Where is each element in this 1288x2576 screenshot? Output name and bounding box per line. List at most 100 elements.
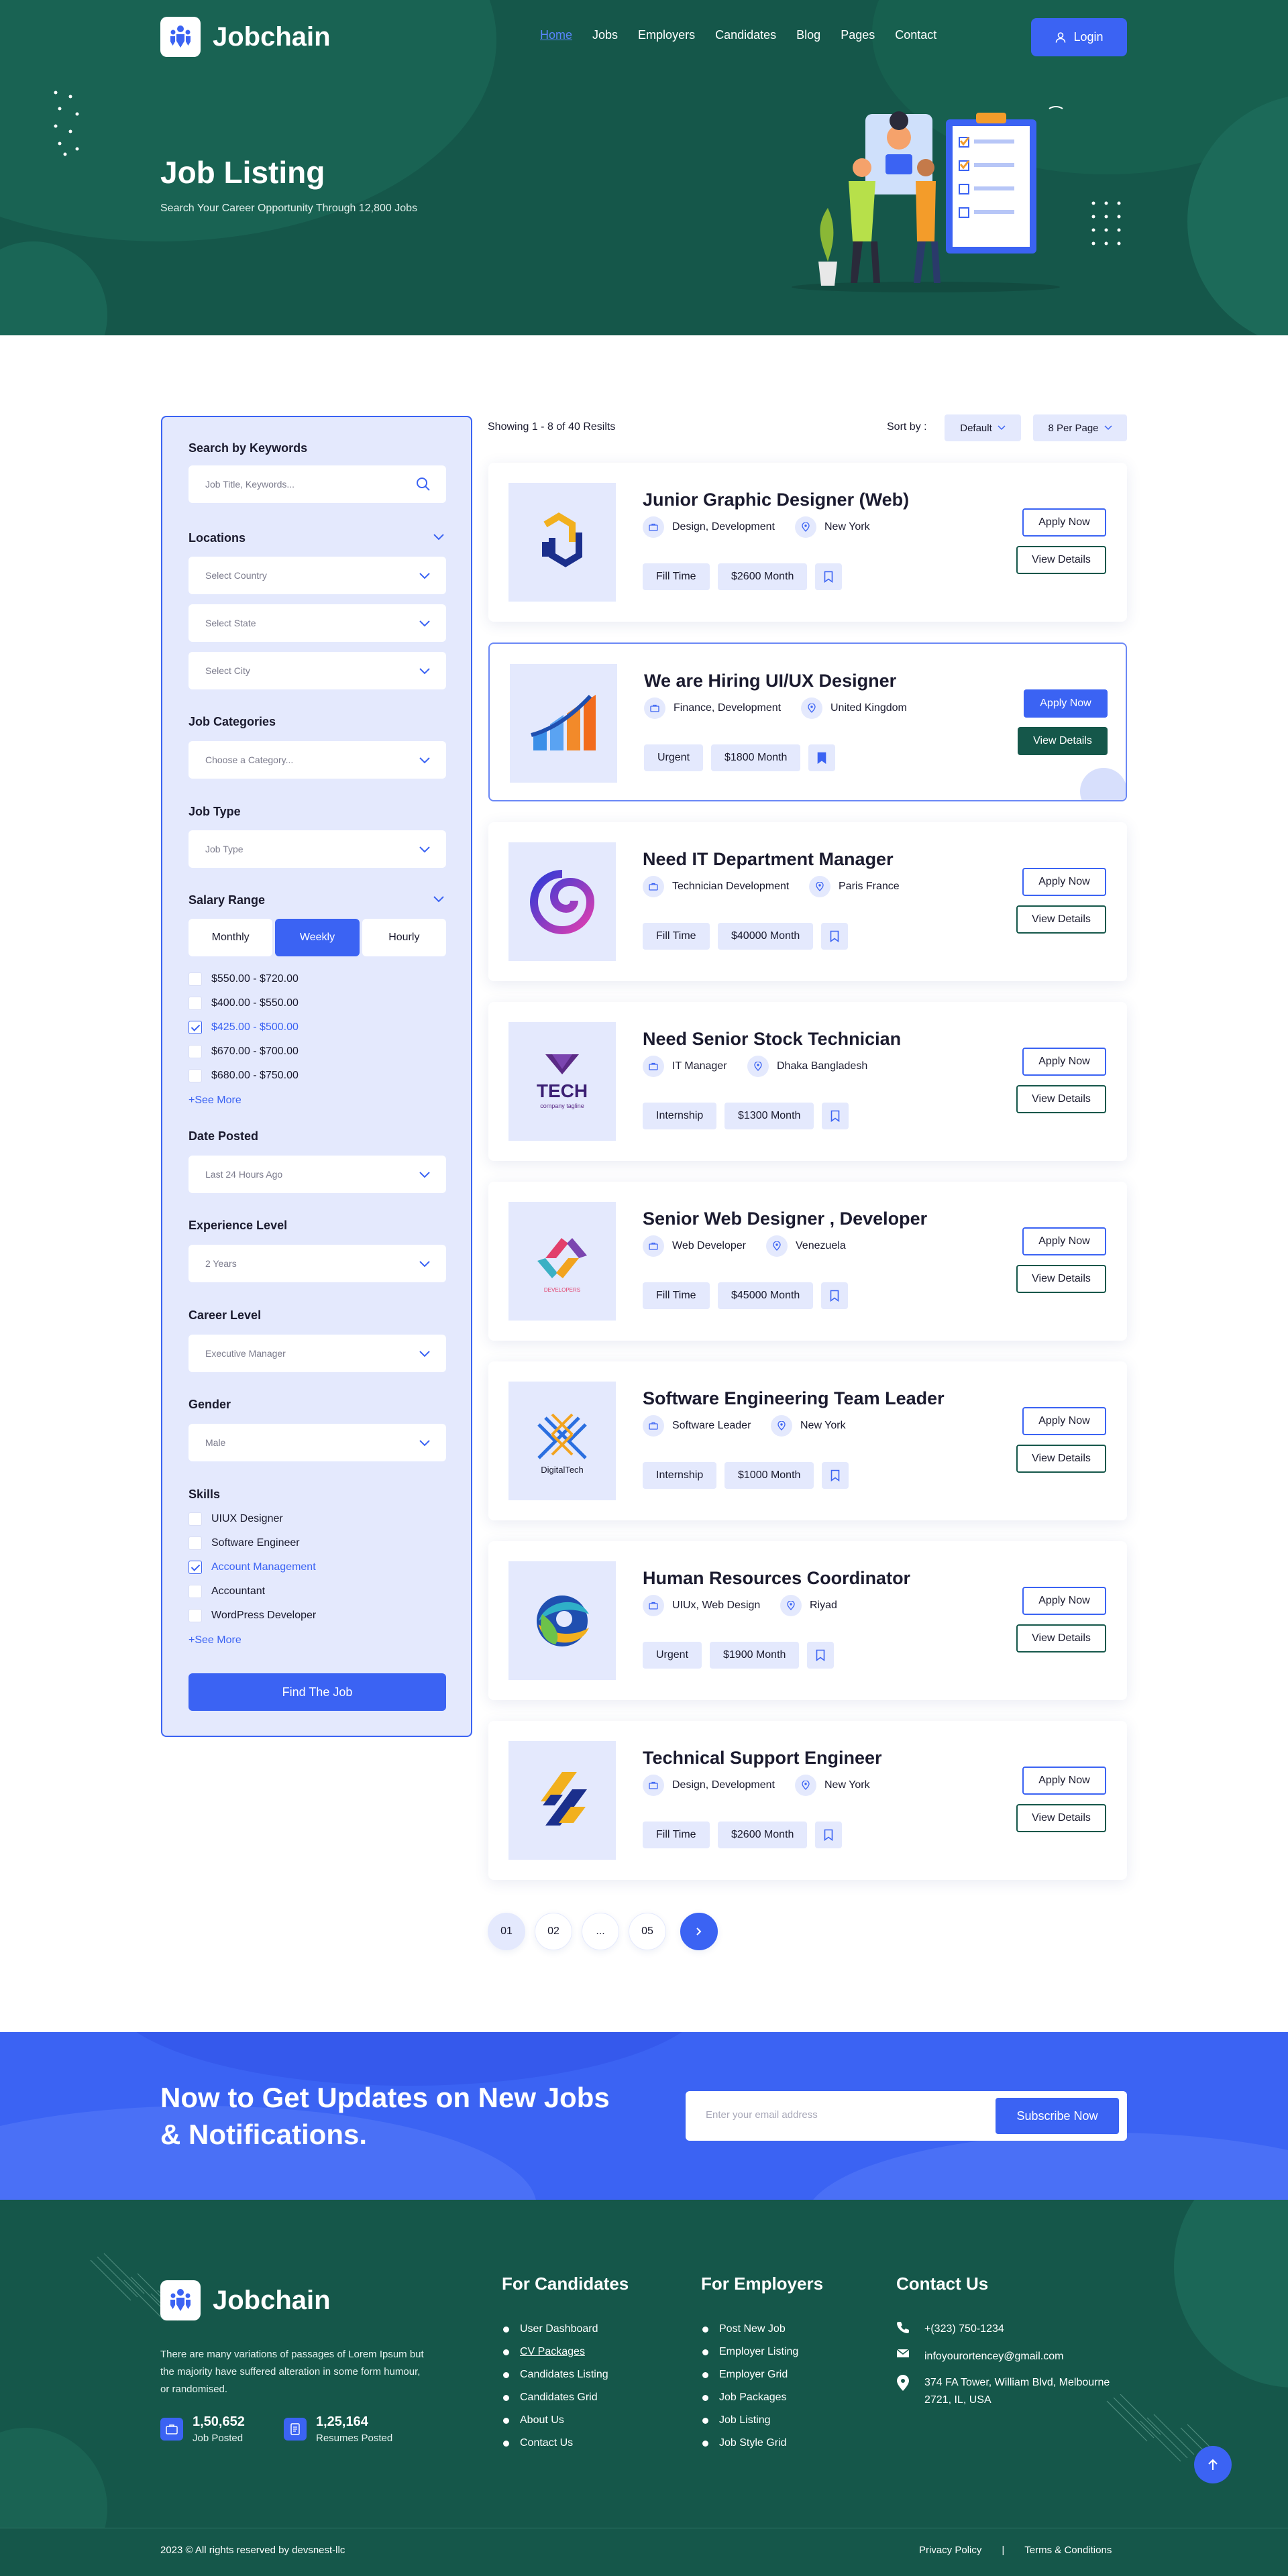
page-button[interactable]: 01 <box>488 1913 525 1950</box>
page-button[interactable]: 05 <box>629 1913 666 1950</box>
checkbox[interactable] <box>189 972 202 986</box>
view-details-button[interactable]: View Details <box>1016 1624 1106 1653</box>
checkbox[interactable] <box>189 1045 202 1058</box>
email-text[interactable]: infoyourortencey@gmail.com <box>924 2348 1063 2365</box>
page-button[interactable]: 02 <box>535 1913 572 1950</box>
country-select[interactable]: Select Country <box>189 557 446 594</box>
skills-see-more-link[interactable]: +See More <box>189 1634 241 1646</box>
bookmark-button[interactable] <box>821 923 848 950</box>
state-select[interactable]: Select State <box>189 604 446 642</box>
period-monthly[interactable]: Monthly <box>189 919 273 956</box>
experience-select[interactable]: 2 Years <box>189 1245 446 1282</box>
skill-option[interactable]: Account Management <box>189 1561 316 1574</box>
footer-link[interactable]: Job Packages <box>702 2392 787 2404</box>
job-title[interactable]: Human Resources Coordinator <box>643 1568 910 1589</box>
bookmark-button[interactable] <box>822 1462 849 1489</box>
skill-option[interactable]: Software Engineer <box>189 1536 300 1550</box>
footer-link[interactable]: User Dashboard <box>503 2323 598 2335</box>
apply-now-button[interactable]: Apply Now <box>1022 1048 1106 1076</box>
date-posted-select[interactable]: Last 24 Hours Ago <box>189 1156 446 1193</box>
salary-see-more-link[interactable]: +See More <box>189 1095 241 1107</box>
checkbox[interactable] <box>189 1021 202 1034</box>
next-page-button[interactable] <box>680 1913 718 1950</box>
view-details-button[interactable]: View Details <box>1016 1085 1106 1113</box>
footer-link[interactable]: Candidates Grid <box>503 2392 598 2404</box>
bookmark-button[interactable] <box>821 1282 848 1309</box>
terms-link[interactable]: Terms & Conditions <box>1024 2544 1112 2556</box>
view-details-button[interactable]: View Details <box>1016 1265 1106 1293</box>
city-select[interactable]: Select City <box>189 652 446 689</box>
category-select[interactable]: Choose a Category... <box>189 741 446 779</box>
salary-range-option[interactable]: $670.00 - $700.00 <box>189 1045 299 1058</box>
view-details-button[interactable]: View Details <box>1016 546 1106 574</box>
bookmark-button[interactable] <box>822 1103 849 1129</box>
nav-blog[interactable]: Blog <box>796 28 820 42</box>
salary-range-option[interactable]: $680.00 - $750.00 <box>189 1069 299 1082</box>
job-title[interactable]: Software Engineering Team Leader <box>643 1388 945 1409</box>
footer-link[interactable]: Post New Job <box>702 2323 786 2335</box>
salary-range-option[interactable]: $550.00 - $720.00 <box>189 972 299 986</box>
checkbox[interactable] <box>189 1536 202 1550</box>
skill-option[interactable]: Accountant <box>189 1585 265 1598</box>
chevron-down-icon[interactable] <box>432 533 445 542</box>
nav-contact[interactable]: Contact <box>895 28 936 42</box>
footer-link[interactable]: CV Packages <box>503 2346 585 2358</box>
skill-option[interactable]: WordPress Developer <box>189 1609 316 1622</box>
salary-range-option[interactable]: $400.00 - $550.00 <box>189 997 299 1010</box>
job-title[interactable]: Need IT Department Manager <box>643 849 894 870</box>
nav-jobs[interactable]: Jobs <box>592 28 618 42</box>
bookmark-button[interactable] <box>815 563 842 590</box>
career-select[interactable]: Executive Manager <box>189 1335 446 1372</box>
view-details-button[interactable]: View Details <box>1016 1445 1106 1473</box>
view-details-button[interactable]: View Details <box>1016 905 1106 934</box>
footer-logo[interactable]: Jobchain <box>160 2280 331 2320</box>
job-title[interactable]: Need Senior Stock Technician <box>643 1029 901 1050</box>
nav-pages[interactable]: Pages <box>841 28 875 42</box>
salary-range-option[interactable]: $425.00 - $500.00 <box>189 1021 299 1034</box>
scroll-to-top-button[interactable] <box>1194 2446 1232 2483</box>
email-input[interactable]: Enter your email address <box>706 2109 818 2121</box>
nav-candidates[interactable]: Candidates <box>715 28 776 42</box>
footer-link[interactable]: About Us <box>503 2414 564 2426</box>
checkbox[interactable] <box>189 1512 202 1526</box>
apply-now-button[interactable]: Apply Now <box>1022 1767 1106 1795</box>
job-type-select[interactable]: Job Type <box>189 830 446 868</box>
apply-now-button[interactable]: Apply Now <box>1022 868 1106 896</box>
subscribe-button[interactable]: Subscribe Now <box>996 2098 1119 2134</box>
chevron-down-icon[interactable] <box>432 895 445 904</box>
footer-link[interactable]: Contact Us <box>503 2437 573 2449</box>
phone-text[interactable]: +(323) 750-1234 <box>924 2320 1004 2338</box>
checkbox[interactable] <box>189 1585 202 1598</box>
footer-link[interactable]: Candidates Listing <box>503 2369 608 2381</box>
nav-employers[interactable]: Employers <box>638 28 695 42</box>
gender-select[interactable]: Male <box>189 1424 446 1461</box>
job-title[interactable]: We are Hiring UI/UX Designer <box>644 671 896 691</box>
job-title[interactable]: Junior Graphic Designer (Web) <box>643 490 909 510</box>
sort-select[interactable]: Default <box>945 414 1021 441</box>
keyword-search-input[interactable]: Job Title, Keywords... <box>189 465 446 503</box>
site-logo[interactable]: Jobchain <box>160 17 331 57</box>
period-weekly[interactable]: Weekly <box>275 919 360 956</box>
bookmark-button[interactable] <box>807 1642 834 1669</box>
search-icon[interactable] <box>415 476 431 492</box>
footer-link[interactable]: Job Style Grid <box>702 2437 786 2449</box>
job-title[interactable]: Technical Support Engineer <box>643 1748 882 1769</box>
checkbox[interactable] <box>189 997 202 1010</box>
checkbox[interactable] <box>189 1069 202 1082</box>
bookmark-button[interactable] <box>808 744 835 771</box>
view-details-button[interactable]: View Details <box>1018 727 1108 755</box>
bookmark-button[interactable] <box>815 1822 842 1848</box>
period-hourly[interactable]: Hourly <box>362 919 446 956</box>
privacy-policy-link[interactable]: Privacy Policy <box>919 2544 981 2556</box>
nav-home[interactable]: Home <box>540 28 572 42</box>
skill-option[interactable]: UIUX Designer <box>189 1512 283 1526</box>
apply-now-button[interactable]: Apply Now <box>1022 508 1106 537</box>
login-button[interactable]: Login <box>1031 18 1127 56</box>
job-title[interactable]: Senior Web Designer , Developer <box>643 1209 927 1229</box>
apply-now-button[interactable]: Apply Now <box>1022 1407 1106 1435</box>
per-page-select[interactable]: 8 Per Page <box>1033 414 1127 441</box>
apply-now-button[interactable]: Apply Now <box>1022 1227 1106 1255</box>
view-details-button[interactable]: View Details <box>1016 1804 1106 1832</box>
checkbox[interactable] <box>189 1561 202 1574</box>
footer-link[interactable]: Employer Listing <box>702 2346 798 2358</box>
